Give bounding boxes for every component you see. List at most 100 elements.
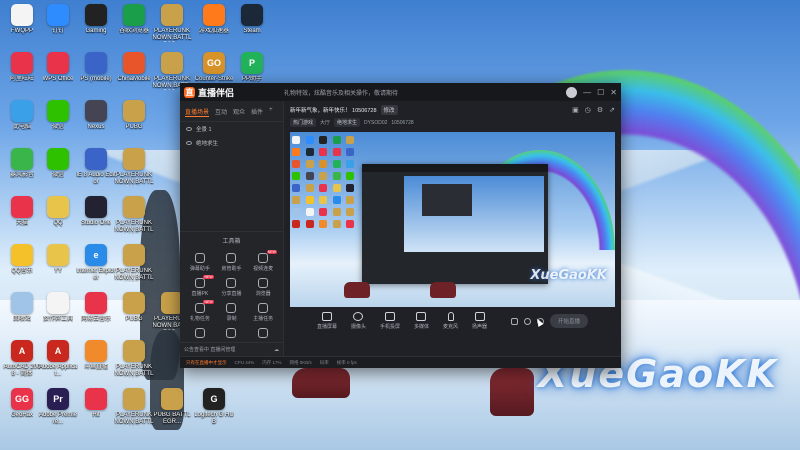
desktop-icon[interactable]: IE 8 Audio Editor (76, 146, 116, 196)
speaker-button[interactable]: 扬声器 (472, 312, 487, 330)
media-button[interactable]: 多媒体 (414, 312, 429, 330)
desktop-icon[interactable]: PLAYERUNKNOWN BATTLEGR... (114, 386, 154, 436)
desktop-icon[interactable]: 反作弊工具 (38, 290, 78, 340)
toolbox-item[interactable]: 主播任务 (247, 303, 279, 322)
app-icon (47, 4, 69, 26)
add-scene-button[interactable]: + (269, 107, 273, 117)
desktop-icon[interactable]: PLAYERUNKNOWN BATTLEGR... (114, 146, 154, 196)
desktop-icon[interactable]: A AutoCAD 2008 - 简体 (2, 338, 42, 388)
desktop-icon[interactable]: Pr Adobe Premiere... (38, 386, 78, 436)
edit-room-button[interactable]: 修改 (380, 105, 398, 115)
gift-icon[interactable]: ▣ (572, 106, 579, 114)
left-footer-text[interactable]: 公告查看中 直播间管理 (184, 346, 235, 353)
desktop-icon[interactable]: 天猫 (2, 194, 42, 244)
desktop-icon[interactable]: Nexus (76, 98, 116, 148)
desktop-icon[interactable]: 暴风影音 (2, 146, 42, 196)
status-link[interactable]: 只有在直播中才显示 (186, 360, 227, 366)
visibility-icon[interactable] (186, 141, 192, 145)
desktop-icon[interactable]: WPS Office (38, 50, 78, 100)
clock-icon[interactable]: ◷ (585, 106, 591, 114)
stream-preview[interactable]: XueGaoKK (290, 132, 615, 307)
desktop-icon[interactable]: PS (mobile) (76, 50, 116, 100)
microphone-button[interactable]: 麦克风 (443, 312, 458, 330)
desktop-icon[interactable]: A Adobe Applicat... (38, 338, 78, 388)
desktop-icon[interactable]: G Logitech G HUB (194, 386, 234, 436)
toolbox-item[interactable]: 弹幕助手 (184, 253, 216, 272)
app-icon (11, 52, 33, 74)
settings-icon[interactable]: ⚙ (597, 106, 603, 114)
desktop-icon[interactable]: QQ音乐 (2, 242, 42, 292)
desktop-icon[interactable]: 谷歌浏览器 (114, 2, 154, 52)
preview-icon (319, 160, 328, 168)
desktop-icon[interactable]: PUBG (114, 290, 154, 340)
desktop-icon[interactable]: PUBG (114, 98, 154, 148)
tab-plugins[interactable]: 插件 (251, 107, 263, 117)
character-boot-right (490, 368, 534, 416)
screen-capture-button[interactable]: 直播屏幕 (317, 312, 337, 330)
toolbox-item[interactable]: NEW 视频连麦 (247, 250, 279, 272)
desktop-icon[interactable]: 钉钉 (38, 2, 78, 52)
desktop-icon[interactable]: QQ (38, 194, 78, 244)
desktop-icon[interactable]: e Internet Explorer (76, 242, 116, 292)
desktop-icon[interactable]: PUBG BATTLEGR... (152, 386, 192, 436)
toolbox-item[interactable] (247, 328, 279, 340)
preview-icon (319, 184, 328, 192)
desktop-icon[interactable]: PLAYERUNKNOWN BATTLEGR... (114, 242, 154, 292)
scene-item[interactable]: 全景 1 (180, 122, 283, 136)
desktop-icon-label: QQ (53, 220, 63, 226)
preview-icon (332, 136, 341, 144)
desktop-icon[interactable]: YY (38, 242, 78, 292)
desktop-icon[interactable]: 微信 (38, 98, 78, 148)
app-icon (123, 4, 145, 26)
desktop-icon[interactable]: FWQPP (2, 2, 42, 52)
camera-button[interactable]: 摄像头 (351, 312, 366, 330)
desktop-icon[interactable]: PLAYERUNKNOWN BATTLEGR... (152, 2, 192, 52)
desktop-icon[interactable]: Hit (76, 386, 116, 436)
desktop-icon-label: PLAYERUNKNOWN BATTLEGR... (114, 412, 154, 425)
status-bitrate: 码率 (319, 359, 329, 365)
desktop-icon[interactable]: 阿里旺旺 (2, 50, 42, 100)
desktop-icon[interactable]: PLAYERUNKNOWN BATTLEGR... (114, 338, 154, 388)
maximize-button[interactable]: ☐ (597, 88, 604, 97)
desktop-icon[interactable]: Studio One (76, 194, 116, 244)
start-stream-button[interactable]: 开始直播 (550, 314, 589, 328)
minimize-button[interactable]: — (583, 88, 591, 97)
desktop-icon[interactable]: GG GeoHax (2, 386, 42, 436)
desktop-icon[interactable]: 此电脑 (2, 98, 42, 148)
tab-audience[interactable]: 观众 (233, 107, 245, 117)
close-button[interactable]: ✕ (610, 88, 617, 97)
desktop-icon[interactable]: 回收站 (2, 290, 42, 340)
user-avatar[interactable] (566, 86, 578, 98)
toolbox-item[interactable]: 录制 (216, 303, 248, 322)
play-icon (416, 312, 427, 321)
desktop-icon[interactable]: ChinaMobile (114, 50, 154, 100)
toolbox-item[interactable] (184, 328, 216, 340)
category-chip[interactable]: 热门游戏 (290, 118, 317, 127)
toolbox-item[interactable] (216, 328, 248, 340)
toolbox-item[interactable]: 房管助手 (216, 253, 248, 272)
toolbox-item[interactable]: NEW 直播PK (184, 275, 216, 297)
toolbox-item[interactable]: NEW 礼物任务 (184, 300, 216, 322)
record-icon[interactable] (511, 317, 519, 325)
tab-interaction[interactable]: 互动 (215, 107, 227, 117)
toolbox-item[interactable]: 浏览器 (247, 278, 279, 297)
phone-cast-button[interactable]: 手机投屏 (380, 312, 400, 330)
desktop-icon[interactable]: Steam (232, 2, 272, 52)
toolbox-item[interactable]: 分享直播 (216, 278, 248, 297)
desktop-icon[interactable]: 游戏加速器 (194, 2, 234, 52)
refresh-icon[interactable] (524, 317, 532, 325)
desktop-icon[interactable]: Gaming (76, 2, 116, 52)
tab-scenes[interactable]: 直播场景 (185, 107, 210, 117)
desktop-icon[interactable]: 网易云音乐 (76, 290, 116, 340)
share-icon[interactable]: ⇗ (609, 106, 615, 114)
app-icon (47, 100, 69, 122)
cloud-icon[interactable]: ☁ (274, 347, 279, 353)
tool-label: 视频连麦 (253, 266, 274, 272)
desktop-icon[interactable]: 微信 (38, 146, 78, 196)
visibility-icon[interactable] (186, 127, 192, 131)
scene-item[interactable]: 绝地求生 (180, 136, 283, 150)
tag-chip[interactable]: 绝地求生 (334, 118, 361, 127)
desktop-icon[interactable]: PLAYERUNKNOWN BATTLEGR... (114, 194, 154, 244)
desktop-icon[interactable]: 斗鱼直播 (76, 338, 116, 388)
phone-icon (384, 312, 395, 321)
